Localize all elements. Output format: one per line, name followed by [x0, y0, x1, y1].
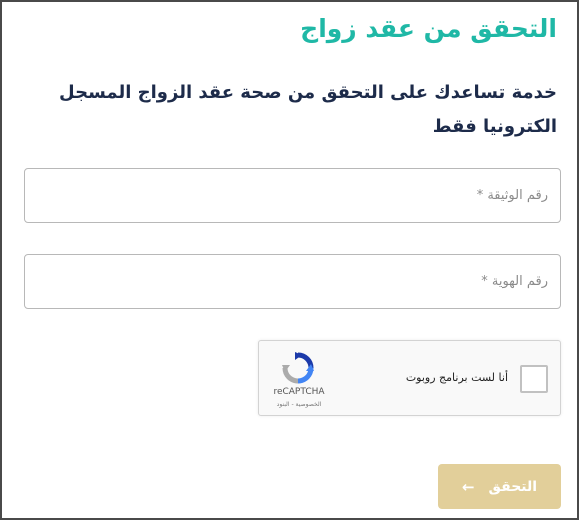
- recaptcha-brand: reCAPTCHA: [273, 387, 325, 397]
- recaptcha-terms-link[interactable]: الخصوصية - البنود: [265, 401, 333, 408]
- document-number-input[interactable]: [25, 169, 548, 222]
- recaptcha-logo-icon: [282, 352, 314, 384]
- recaptcha-widget: أنا لست برنامج روبوت reCAPTCHA الخصوصية …: [258, 340, 561, 416]
- id-number-input[interactable]: [25, 255, 548, 308]
- page-frame: التحقق من عقد زواج خدمة تساعدك على التحق…: [0, 0, 579, 520]
- verify-button-label: التحقق: [488, 478, 538, 495]
- page-description: خدمة تساعدك على التحقق من صحة عقد الزواج…: [59, 82, 557, 137]
- page-title: التحقق من عقد زواج: [300, 14, 557, 43]
- document-number-field[interactable]: [24, 168, 561, 223]
- recaptcha-checkbox[interactable]: [520, 365, 548, 393]
- id-number-field[interactable]: [24, 254, 561, 309]
- arrow-left-icon: ←: [461, 477, 475, 496]
- verify-button[interactable]: التحقق ←: [438, 464, 561, 509]
- recaptcha-checkbox-label: أنا لست برنامج روبوت: [405, 371, 508, 384]
